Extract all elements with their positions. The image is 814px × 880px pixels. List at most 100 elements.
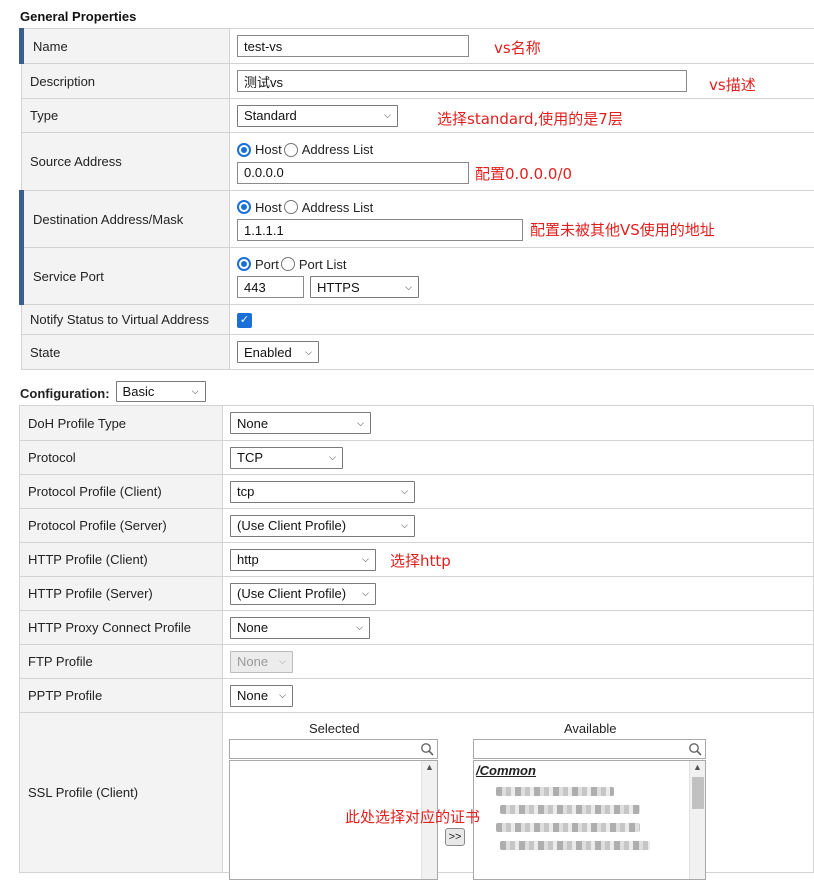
service-port-list-radio[interactable]	[281, 257, 295, 271]
row-ssl-profile-client: SSL Profile (Client) Selected Available …	[20, 713, 814, 873]
http-profile-client-select[interactable]: http⌵	[230, 549, 376, 571]
http-proxy-connect-label: HTTP Proxy Connect Profile	[20, 611, 223, 645]
http-profile-server-select[interactable]: (Use Client Profile)⌵	[230, 583, 376, 605]
http-profile-server-label: HTTP Profile (Server)	[20, 577, 223, 611]
annotation-destination: 配置未被其他VS使用的地址	[530, 219, 715, 240]
chevron-down-icon: ⌵	[356, 622, 363, 633]
state-select[interactable]: Enabled ⌵	[237, 341, 319, 363]
configuration-header: Configuration: Basic⌵	[20, 381, 206, 402]
ftp-profile-select: None⌵	[230, 651, 293, 673]
row-protocol: Protocol TCP⌵	[20, 441, 814, 475]
destination-address-input[interactable]	[237, 219, 523, 241]
destination-address-list-radio[interactable]	[284, 200, 298, 214]
http-profile-server-value: (Use Client Profile)	[237, 586, 346, 601]
chevron-down-icon: ⌵	[362, 554, 369, 565]
service-port-radio-label: Port	[255, 257, 279, 272]
available-list-scrollbar[interactable]: ▲	[689, 761, 705, 879]
row-service-port: Service Port Port Port List HTTPS⌵	[22, 248, 814, 305]
row-description: Description	[22, 64, 814, 99]
source-address-input[interactable]	[237, 162, 469, 184]
row-name: Name	[22, 29, 814, 64]
search-icon	[688, 742, 702, 756]
chevron-down-icon: ⌵	[305, 347, 312, 358]
chevron-down-icon: ⌵	[279, 656, 286, 667]
chevron-down-icon: ⌵	[401, 486, 408, 497]
ssl-available-search[interactable]	[473, 739, 706, 759]
protocol-label: Protocol	[20, 441, 223, 475]
http-profile-client-label: HTTP Profile (Client)	[20, 543, 223, 577]
row-ftp-profile: FTP Profile None⌵	[20, 645, 814, 679]
row-http-proxy-connect: HTTP Proxy Connect Profile None⌵	[20, 611, 814, 645]
pptp-profile-value: None	[237, 688, 268, 703]
destination-address-label: Destination Address/Mask	[22, 191, 230, 248]
annotation-ssl: 此处选择对应的证书	[345, 806, 480, 827]
configuration-mode-select[interactable]: Basic⌵	[116, 381, 206, 402]
destination-host-radio[interactable]	[237, 200, 251, 214]
move-to-selected-button[interactable]: >>	[445, 828, 465, 846]
protocol-profile-server-label: Protocol Profile (Server)	[20, 509, 223, 543]
annotation-description: vs描述	[709, 74, 756, 95]
row-type: Type Standard ⌵	[22, 99, 814, 133]
blurred-certificate-item[interactable]	[496, 823, 640, 832]
scroll-up-icon[interactable]: ▲	[425, 762, 434, 772]
protocol-profile-server-select[interactable]: (Use Client Profile)⌵	[230, 515, 415, 537]
notify-status-checkbox[interactable]: ✓	[237, 313, 252, 328]
source-address-list-label: Address List	[302, 142, 374, 157]
protocol-profile-server-value: (Use Client Profile)	[237, 518, 346, 533]
source-host-label: Host	[255, 142, 282, 157]
source-host-radio[interactable]	[237, 143, 251, 157]
blurred-certificate-item[interactable]	[500, 805, 640, 814]
scrollbar-thumb[interactable]	[692, 777, 704, 809]
ssl-profile-client-label: SSL Profile (Client)	[20, 713, 223, 873]
blurred-certificate-item[interactable]	[496, 787, 614, 796]
source-address-list-radio[interactable]	[284, 143, 298, 157]
row-source-address: Source Address Host Address List	[22, 133, 814, 191]
annotation-http: 选择http	[390, 550, 451, 571]
protocol-profile-client-select[interactable]: tcp ⌵	[230, 481, 415, 503]
configuration-mode-value: Basic	[123, 384, 155, 399]
protocol-profile-client-value: tcp	[237, 484, 254, 499]
row-protocol-profile-server: Protocol Profile (Server) (Use Client Pr…	[20, 509, 814, 543]
search-icon	[420, 742, 434, 756]
chevron-down-icon: ⌵	[329, 452, 336, 463]
service-port-select-value: HTTPS	[317, 280, 360, 295]
row-doh-profile: DoH Profile Type None⌵	[20, 406, 814, 441]
name-label: Name	[22, 29, 230, 64]
protocol-select[interactable]: TCP⌵	[230, 447, 343, 469]
chevron-down-icon: ⌵	[384, 110, 391, 121]
notify-status-label: Notify Status to Virtual Address	[22, 305, 230, 335]
type-select-value: Standard	[244, 108, 297, 123]
ssl-available-header: Available	[564, 721, 617, 736]
chevron-down-icon: ⌵	[357, 418, 364, 429]
destination-host-label: Host	[255, 200, 282, 215]
service-port-input[interactable]	[237, 276, 304, 298]
row-http-profile-server: HTTP Profile (Server) (Use Client Profil…	[20, 577, 814, 611]
ssl-selected-header: Selected	[309, 721, 360, 736]
annotation-source: 配置0.0.0.0/0	[475, 163, 572, 184]
type-label: Type	[22, 99, 230, 133]
destination-address-list-label: Address List	[302, 200, 374, 215]
description-input[interactable]	[237, 70, 687, 92]
ssl-available-list[interactable]: /Common ▲	[473, 760, 706, 880]
ftp-profile-label: FTP Profile	[20, 645, 223, 679]
doh-profile-select[interactable]: None⌵	[230, 412, 371, 434]
description-label: Description	[22, 64, 230, 99]
name-input[interactable]	[237, 35, 469, 57]
pptp-profile-select[interactable]: None ⌵	[230, 685, 293, 707]
blurred-certificate-item[interactable]	[500, 841, 650, 850]
type-select[interactable]: Standard ⌵	[237, 105, 398, 127]
scroll-up-icon[interactable]: ▲	[693, 762, 702, 772]
chevron-down-icon: ⌵	[405, 282, 412, 293]
http-proxy-connect-select[interactable]: None⌵	[230, 617, 370, 639]
ssl-selected-search[interactable]	[229, 739, 438, 759]
configuration-title: Configuration:	[20, 386, 110, 401]
state-select-value: Enabled	[244, 345, 292, 360]
chevron-down-icon: ⌵	[279, 690, 286, 701]
available-group-common: /Common	[476, 763, 536, 778]
annotation-type: 选择standard,使用的是7层	[437, 108, 623, 129]
row-state: State Enabled⌵	[22, 335, 814, 370]
row-protocol-profile-client: Protocol Profile (Client) tcp⌵	[20, 475, 814, 509]
service-port-select[interactable]: HTTPS ⌵	[310, 276, 419, 298]
pptp-profile-label: PPTP Profile	[20, 679, 223, 713]
service-port-radio[interactable]	[237, 257, 251, 271]
